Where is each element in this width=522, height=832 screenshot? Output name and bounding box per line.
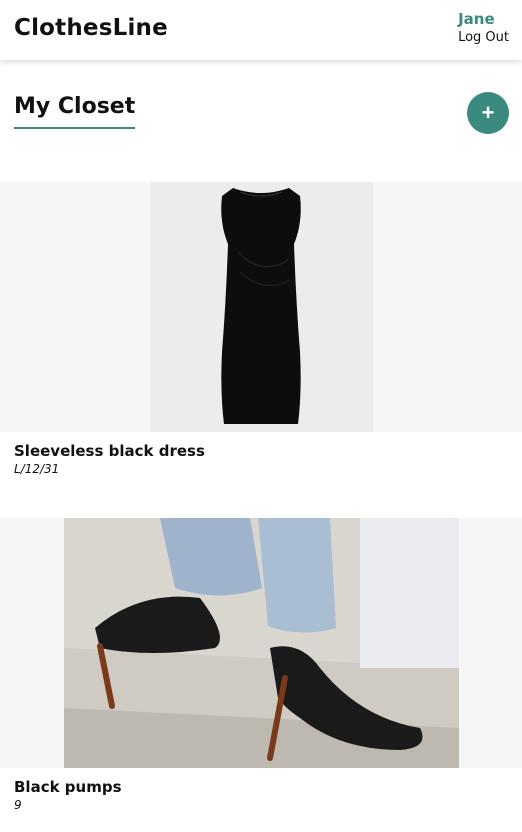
page-title: My Closet (14, 94, 136, 129)
logout-link[interactable]: Log Out (458, 30, 509, 45)
app-header: ClothesLine Jane Log Out (0, 0, 522, 60)
app-logo[interactable]: ClothesLine (14, 15, 168, 41)
add-item-button[interactable]: + (467, 92, 509, 134)
plus-icon: + (481, 100, 495, 125)
user-menu: Jane Log Out (458, 10, 509, 45)
user-name[interactable]: Jane (458, 10, 509, 28)
clothing-card[interactable]: Sleeveless black dress L/12/31 (0, 182, 522, 476)
item-size: 9 (14, 798, 22, 812)
clothing-card[interactable]: Black pumps 9 (0, 518, 522, 812)
item-size: L/12/31 (14, 462, 60, 476)
item-name: Sleeveless black dress (14, 442, 205, 460)
item-image[interactable] (0, 518, 522, 768)
pumps-image (0, 518, 522, 768)
item-name: Black pumps (14, 778, 122, 796)
item-image[interactable] (0, 182, 522, 432)
dress-image (0, 182, 522, 432)
